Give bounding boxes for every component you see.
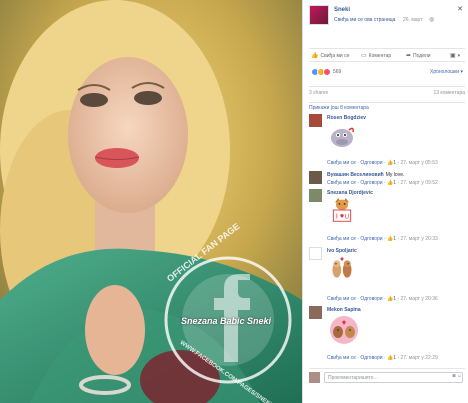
comment-reply-link[interactable]: Одговори — [360, 180, 382, 186]
post-actions: 👍 Свиђа ми се ▭ Коментар ➦ Подели ▣ ▾ — [309, 48, 465, 62]
comment-meta: Свиђа ми се · Одговори · 👍1 · 27. март у… — [327, 296, 438, 302]
reaction-count[interactable]: 569 — [333, 69, 341, 75]
watermark-signature: Snezana Babic Sneki — [181, 316, 272, 326]
reactions-row: 569 Хронолошки ▾ — [309, 68, 465, 78]
commenter-avatar[interactable] — [309, 114, 322, 127]
post-header: Sneki Свиђа ми се ова страница 26. март … — [309, 5, 465, 29]
comment-reply-link[interactable]: Одговори — [360, 236, 382, 242]
commenter-avatar[interactable] — [309, 171, 322, 184]
commenter-name-link[interactable]: Вукашин Веселиновић — [327, 172, 384, 178]
stats-row: 3 shares 13 коментара — [309, 86, 465, 96]
share-icon: ➦ — [406, 53, 412, 59]
previous-comments-link[interactable]: Прикажи још 8 коментара — [309, 102, 465, 111]
comment-like-link[interactable]: Свиђа ми се — [327, 236, 356, 242]
commenter-name[interactable]: Rosen Bogdziev — [327, 115, 366, 121]
comment-input[interactable]: Прокоментаришите... — [324, 372, 463, 383]
hippo-sticker-icon — [331, 127, 354, 147]
comment-label: Коментар — [368, 53, 392, 59]
commenter-avatar[interactable] — [309, 189, 322, 202]
kiss-sticker-icon — [330, 316, 358, 344]
comment-like-link[interactable]: Свиђа ми се — [327, 355, 356, 361]
comment-time[interactable]: 27. март у 22:29 — [400, 355, 437, 361]
comment-item: Ivo Spoljaric Свиђа ми се · Одговори · 👍… — [309, 247, 465, 305]
user-avatar[interactable] — [309, 372, 320, 383]
comment-like-link[interactable]: Свиђа ми се — [327, 296, 356, 302]
commenter-name: Вукашин Веселиновић My love. — [327, 172, 404, 178]
comment-item: Rosen Bogdziev Свиђа ми се · Одговори · … — [309, 114, 465, 172]
close-icon[interactable]: ✕ — [457, 5, 463, 13]
comment-meta: Свиђа ми се · Одговори · 👍1 · 27. март у… — [327, 180, 438, 186]
commenter-avatar[interactable] — [309, 247, 322, 260]
share-label: Подели — [413, 53, 431, 59]
comment-like-count[interactable]: 👍1 — [387, 180, 396, 186]
comment-meta: Свиђа ми се · Одговори · 👍1 · 27. март у… — [327, 236, 438, 242]
comment-like-number: 1 — [393, 180, 396, 186]
comments-count[interactable]: 13 коментара — [433, 90, 465, 96]
comment-like-number: 1 — [393, 296, 396, 302]
comment-reply-link[interactable]: Одговори — [360, 160, 382, 166]
comment-like-count[interactable]: 👍1 — [387, 296, 396, 302]
profile-menu[interactable]: ▣ ▾ — [450, 52, 460, 59]
i-love-you-dog-sticker-icon: I U — [332, 197, 352, 222]
page-avatar[interactable] — [309, 5, 329, 25]
svg-text:I: I — [336, 214, 338, 221]
comment-reply-link[interactable]: Одговори — [360, 355, 382, 361]
comment-time[interactable]: 27. март у 20:36 — [400, 296, 437, 302]
commenter-avatar[interactable] — [309, 306, 322, 319]
comment-meta: Свиђа ми се · Одговори · 👍1 · 27. март у… — [327, 160, 438, 166]
comment-text: My love. — [385, 172, 405, 178]
love-reaction-icon[interactable] — [323, 68, 331, 76]
like-page-link[interactable]: Свиђа ми се ова страница — [334, 17, 395, 23]
comment-item: Mekon Sapina Свиђа ми се · Одговори · 👍1… — [309, 306, 465, 366]
comment-input-placeholder: Прокоментаришите... — [328, 375, 378, 381]
comment-like-count[interactable]: 👍1 — [387, 355, 396, 361]
comment-like-link[interactable]: Свиђа ми се — [327, 160, 356, 166]
commenter-name[interactable]: Mekon Sapina — [327, 307, 361, 313]
comment-button[interactable]: ▭ Коментар — [361, 52, 391, 59]
comment-meta: Свиђа ми се · Одговори · 👍1 · 27. март у… — [327, 355, 438, 361]
comment-like-count[interactable]: 👍1 — [387, 236, 396, 242]
comment-item: Snezana Djordjevic I U Свиђа ми се · Одг… — [309, 189, 465, 247]
comment-like-number: 1 — [393, 160, 396, 166]
sort-dropdown[interactable]: Хронолошки ▾ — [430, 69, 463, 75]
comment-reply-link[interactable]: Одговори — [360, 296, 382, 302]
comment-item: Вукашин Веселиновић My love. Свиђа ми се … — [309, 171, 465, 187]
camera-icon[interactable]: ◙ ☺ — [452, 373, 462, 379]
like-label: Свиђа ми се — [320, 53, 350, 59]
thumb-icon: 👍 — [311, 53, 319, 59]
sort-label: Хронолошки — [430, 69, 460, 75]
comment-icon: ▭ — [361, 53, 367, 59]
post-photo[interactable]: OFFICIAL FAN PAGE Snezana Babic Sneki WW… — [0, 0, 302, 403]
page-name[interactable]: Sneki — [334, 7, 350, 13]
dogs-sticker-icon — [332, 257, 352, 278]
comment-time[interactable]: 27. март у 09:52 — [400, 180, 437, 186]
share-button[interactable]: ➦ Подели — [406, 52, 431, 59]
comment-like-count[interactable]: 👍1 — [387, 160, 396, 166]
comment-time[interactable]: 27. март у 05:53 — [400, 160, 437, 166]
profile-icon: ▣ — [450, 53, 456, 59]
globe-icon: ◍ — [429, 17, 435, 23]
shares-count[interactable]: 3 shares — [309, 90, 328, 96]
comment-like-number: 1 — [393, 355, 396, 361]
like-button[interactable]: 👍 Свиђа ми се — [311, 52, 349, 59]
post-sidebar: Sneki Свиђа ми се ова страница 26. март … — [302, 0, 468, 403]
post-date[interactable]: 26. март — [403, 17, 423, 23]
comment-like-number: 1 — [393, 236, 396, 242]
commenter-name[interactable]: Snezana Djordjevic — [327, 190, 373, 196]
commenter-name[interactable]: Ivo Spoljaric — [327, 248, 357, 254]
svg-text:U: U — [345, 215, 349, 221]
comment-like-link[interactable]: Свиђа ми се — [327, 180, 356, 186]
comment-composer: Прокоментаришите... ◙ ☺ — [309, 368, 465, 384]
comment-time[interactable]: 27. март у 20:33 — [400, 236, 437, 242]
